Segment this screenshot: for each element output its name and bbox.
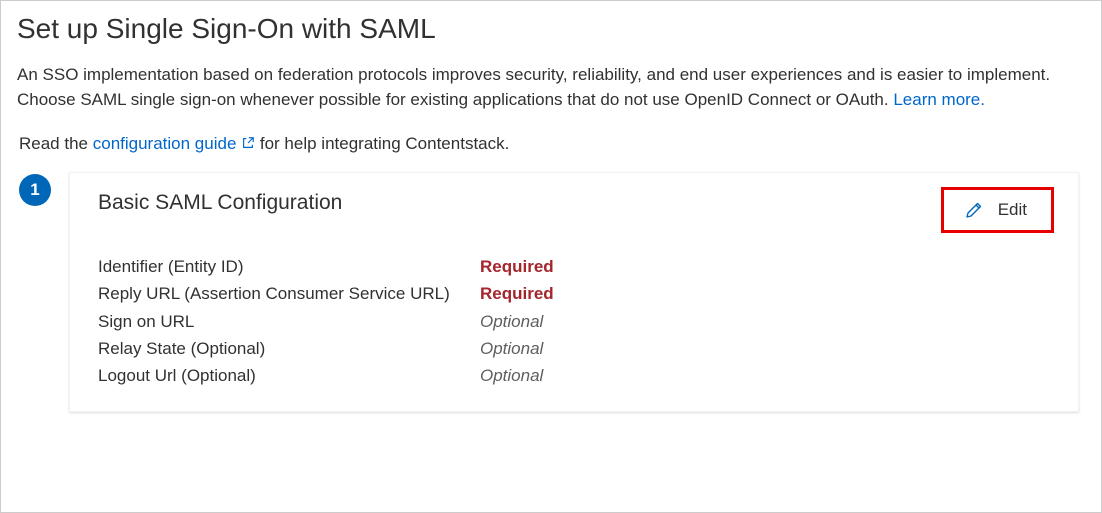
table-row: Reply URL (Assertion Consumer Service UR… [98,280,1050,307]
logout-url-label: Logout Url (Optional) [98,362,480,389]
table-row: Sign on URL Optional [98,308,1050,335]
table-row: Identifier (Entity ID) Required [98,253,1050,280]
guide-link-text: configuration guide [93,134,237,153]
learn-more-link[interactable]: Learn more. [893,90,985,109]
guide-prefix: Read the [19,134,93,153]
sign-on-label: Sign on URL [98,308,480,335]
page-title: Set up Single Sign-On with SAML [17,13,1085,45]
reply-url-value: Required [480,280,554,307]
edit-label: Edit [998,200,1027,220]
relay-state-label: Relay State (Optional) [98,335,480,362]
card-title: Basic SAML Configuration [98,191,342,215]
pencil-icon [964,200,984,220]
logout-url-value: Optional [480,362,543,389]
identifier-value: Required [480,253,554,280]
guide-suffix: for help integrating Contentstack. [255,134,509,153]
guide-text: Read the configuration guide for help in… [19,134,1085,154]
table-row: Logout Url (Optional) Optional [98,362,1050,389]
relay-state-value: Optional [480,335,543,362]
configuration-guide-link[interactable]: configuration guide [93,134,255,153]
intro-text: An SSO implementation based on federatio… [17,63,1077,112]
basic-saml-card: Basic SAML Configuration Edit Identifier… [69,172,1079,412]
identifier-label: Identifier (Entity ID) [98,253,480,280]
external-link-icon [241,136,255,150]
reply-url-label: Reply URL (Assertion Consumer Service UR… [98,280,480,307]
sign-on-value: Optional [480,308,543,335]
table-row: Relay State (Optional) Optional [98,335,1050,362]
step-number-badge: 1 [19,174,51,206]
edit-button[interactable]: Edit [941,187,1054,233]
